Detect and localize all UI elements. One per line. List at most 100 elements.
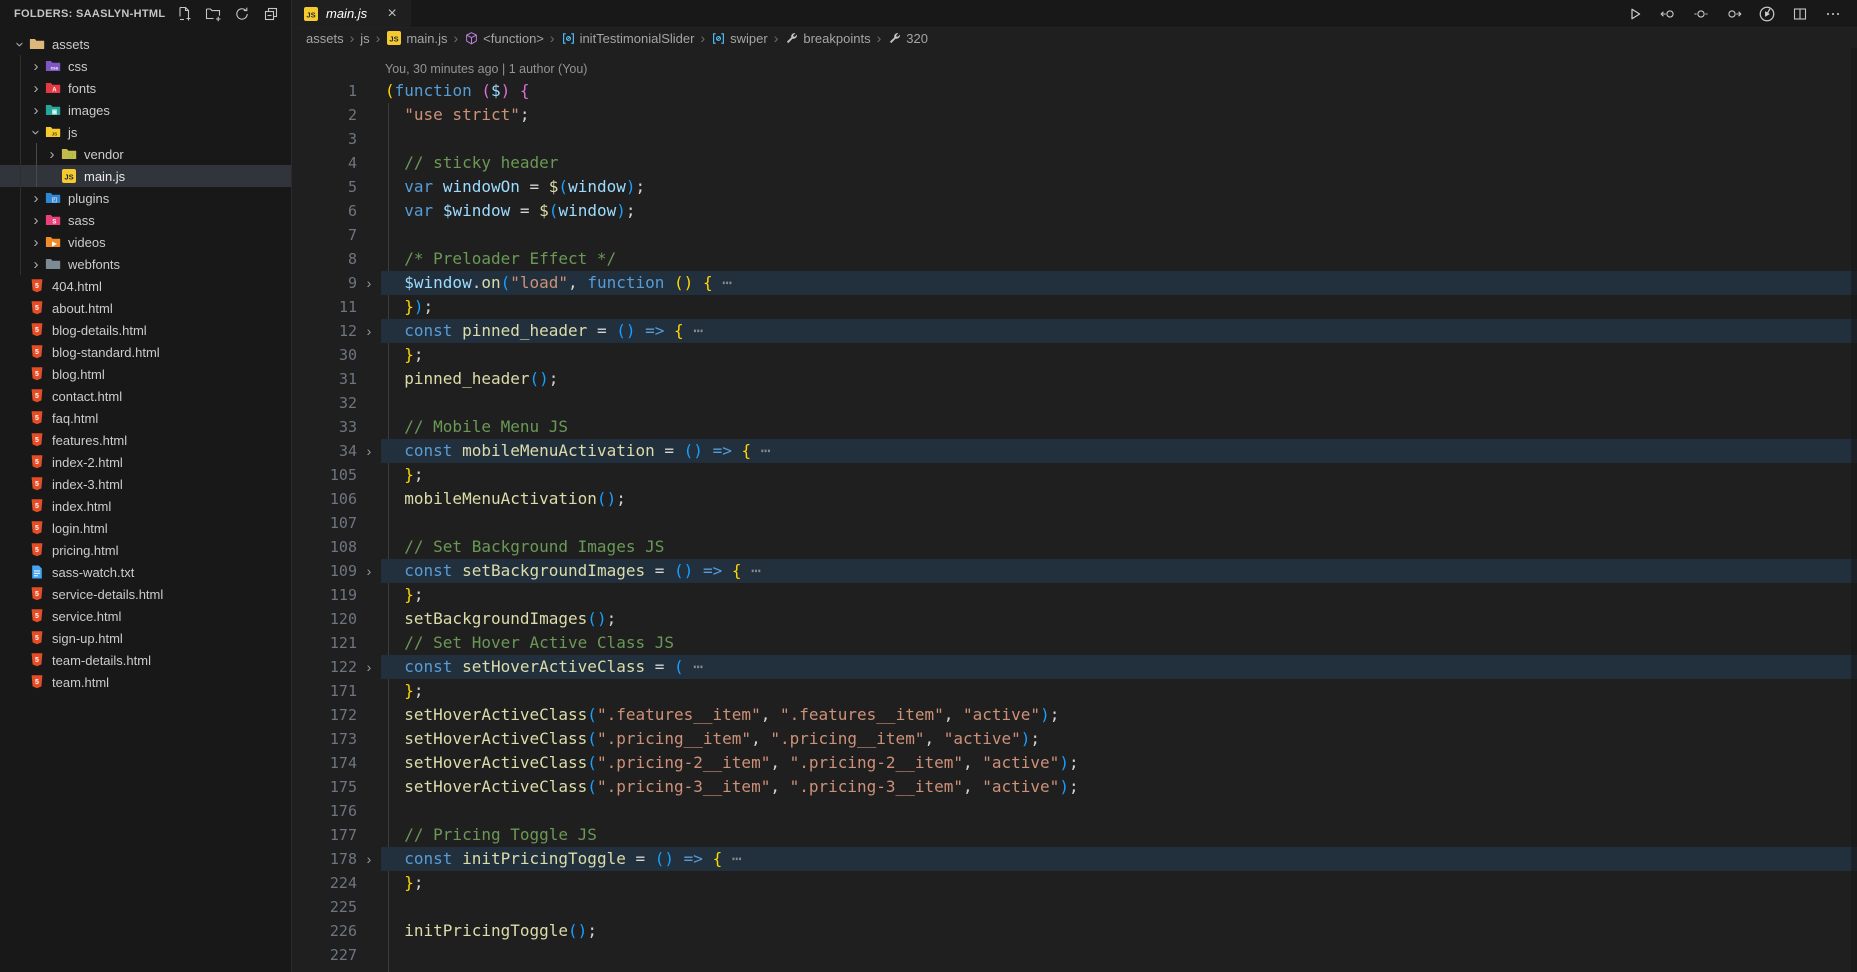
refresh-explorer-button[interactable] bbox=[232, 4, 252, 24]
tree-item-vendor[interactable]: ›❏vendor bbox=[0, 143, 291, 165]
breadcrumb-item--function-[interactable]: <function> bbox=[464, 31, 544, 46]
folded-code-ellipsis[interactable]: ⋯ bbox=[722, 849, 741, 868]
folded-code-ellipsis[interactable]: ⋯ bbox=[684, 657, 703, 676]
chevron-right-icon[interactable]: › bbox=[28, 191, 44, 206]
tree-item-team.html[interactable]: 5team.html bbox=[0, 671, 291, 693]
tree-item-blog-standard.html[interactable]: 5blog-standard.html bbox=[0, 341, 291, 363]
code-line-content[interactable]: mobileMenuActivation(); bbox=[381, 487, 1857, 511]
tree-item-plugins[interactable]: ›◰plugins bbox=[0, 187, 291, 209]
tree-item-sass[interactable]: ›Ssass bbox=[0, 209, 291, 231]
new-folder-button[interactable] bbox=[203, 4, 223, 24]
chevron-down-icon[interactable]: › bbox=[13, 36, 28, 52]
more-actions-button[interactable] bbox=[1823, 4, 1843, 24]
new-file-button[interactable] bbox=[174, 4, 194, 24]
breadcrumb-item-js[interactable]: js bbox=[360, 31, 369, 46]
tree-item-features.html[interactable]: 5features.html bbox=[0, 429, 291, 451]
tree-item-faq.html[interactable]: 5faq.html bbox=[0, 407, 291, 429]
folded-code-ellipsis[interactable]: ⋯ bbox=[751, 441, 770, 460]
code-line-content[interactable]: const setBackgroundImages = () => { ⋯ bbox=[381, 559, 1857, 583]
code-line-content[interactable] bbox=[381, 943, 1857, 967]
tree-item-videos[interactable]: ›▶videos bbox=[0, 231, 291, 253]
code-line-content[interactable] bbox=[381, 511, 1857, 535]
folded-code-ellipsis[interactable]: ⋯ bbox=[713, 273, 732, 292]
chevron-right-icon[interactable]: › bbox=[28, 235, 44, 250]
code-line-content[interactable]: // Set Background Images JS bbox=[381, 535, 1857, 559]
open-changes-button[interactable] bbox=[1691, 4, 1711, 24]
chevron-right-icon[interactable]: › bbox=[28, 81, 44, 96]
previous-change-button[interactable] bbox=[1658, 4, 1678, 24]
chevron-right-icon[interactable]: › bbox=[44, 147, 60, 162]
code-line-content[interactable]: var $window = $(window); bbox=[381, 199, 1857, 223]
code-line-content[interactable]: }; bbox=[381, 871, 1857, 895]
code-line-content[interactable]: var windowOn = $(window); bbox=[381, 175, 1857, 199]
breadcrumb-item-swiper[interactable]: swiper bbox=[711, 31, 768, 46]
tree-item-404.html[interactable]: 5404.html bbox=[0, 275, 291, 297]
code-line-content[interactable]: const mobileMenuActivation = () => { ⋯ bbox=[381, 439, 1857, 463]
tab-main-js[interactable]: JS main.js × bbox=[293, 0, 411, 27]
tree-item-service-details.html[interactable]: 5service-details.html bbox=[0, 583, 291, 605]
code-line-content[interactable]: (function ($) { bbox=[381, 79, 1857, 103]
tree-item-sass-watch.txt[interactable]: sass-watch.txt bbox=[0, 561, 291, 583]
code-line-content[interactable]: // Mobile Menu JS bbox=[381, 415, 1857, 439]
code-line-content[interactable] bbox=[381, 223, 1857, 247]
tree-item-index-3.html[interactable]: 5index-3.html bbox=[0, 473, 291, 495]
tree-item-pricing.html[interactable]: 5pricing.html bbox=[0, 539, 291, 561]
code-line-content[interactable]: }; bbox=[381, 463, 1857, 487]
code-line-content[interactable]: setHoverActiveClass(".pricing-3__item", … bbox=[381, 775, 1857, 799]
tree-item-index-2.html[interactable]: 5index-2.html bbox=[0, 451, 291, 473]
breadcrumb-item-main.js[interactable]: JSmain.js bbox=[386, 30, 447, 46]
tree-item-js[interactable]: ›JSjs bbox=[0, 121, 291, 143]
code-line-content[interactable]: }; bbox=[381, 583, 1857, 607]
breadcrumb-item-320[interactable]: 320 bbox=[887, 31, 928, 46]
code-line-content[interactable]: $window.on("load", function () { ⋯ bbox=[381, 271, 1857, 295]
fold-expand-icon[interactable]: › bbox=[357, 847, 381, 871]
fold-expand-icon[interactable]: › bbox=[357, 559, 381, 583]
code-line-content[interactable]: initPricingToggle(); bbox=[381, 919, 1857, 943]
code-line-content[interactable] bbox=[381, 799, 1857, 823]
code-line-content[interactable]: pinned_header(); bbox=[381, 367, 1857, 391]
code-line-content[interactable]: setHoverActiveClass(".pricing-2__item", … bbox=[381, 751, 1857, 775]
codelens-annotation[interactable]: You, 30 minutes ago | 1 author (You) bbox=[293, 48, 1857, 79]
close-tab-icon[interactable]: × bbox=[383, 5, 401, 23]
split-editor-button[interactable] bbox=[1790, 4, 1810, 24]
run-or-debug-button[interactable] bbox=[1757, 4, 1777, 24]
folded-code-ellipsis[interactable]: ⋯ bbox=[741, 561, 760, 580]
code-line-content[interactable] bbox=[381, 391, 1857, 415]
scrollbar-track[interactable] bbox=[1851, 48, 1857, 972]
code-line-content[interactable] bbox=[381, 127, 1857, 151]
code-line-content[interactable]: setHoverActiveClass(".pricing__item", ".… bbox=[381, 727, 1857, 751]
code-line-content[interactable]: // Testimonial Slider bbox=[381, 967, 1857, 972]
chevron-down-icon[interactable]: › bbox=[29, 124, 44, 140]
code-line-content[interactable] bbox=[381, 895, 1857, 919]
fold-expand-icon[interactable]: › bbox=[357, 439, 381, 463]
fold-expand-icon[interactable]: › bbox=[357, 655, 381, 679]
tree-item-blog-details.html[interactable]: 5blog-details.html bbox=[0, 319, 291, 341]
folded-code-ellipsis[interactable]: ⋯ bbox=[684, 321, 703, 340]
tree-item-contact.html[interactable]: 5contact.html bbox=[0, 385, 291, 407]
tree-item-blog.html[interactable]: 5blog.html bbox=[0, 363, 291, 385]
code-line-content[interactable]: /* Preloader Effect */ bbox=[381, 247, 1857, 271]
code-line-content[interactable]: "use strict"; bbox=[381, 103, 1857, 127]
code-line-content[interactable]: const initPricingToggle = () => { ⋯ bbox=[381, 847, 1857, 871]
tree-item-service.html[interactable]: 5service.html bbox=[0, 605, 291, 627]
breadcrumb-item-inittestimonialslider[interactable]: initTestimonialSlider bbox=[561, 31, 695, 46]
tree-item-images[interactable]: ›▣images bbox=[0, 99, 291, 121]
next-change-button[interactable] bbox=[1724, 4, 1744, 24]
fold-expand-icon[interactable]: › bbox=[357, 319, 381, 343]
tree-item-login.html[interactable]: 5login.html bbox=[0, 517, 291, 539]
code-line-content[interactable]: const pinned_header = () => { ⋯ bbox=[381, 319, 1857, 343]
code-line-content[interactable]: }; bbox=[381, 679, 1857, 703]
run-file-button[interactable] bbox=[1625, 4, 1645, 24]
tree-item-index.html[interactable]: 5index.html bbox=[0, 495, 291, 517]
code-line-content[interactable]: const setHoverActiveClass = ( ⋯ bbox=[381, 655, 1857, 679]
tree-item-webfonts[interactable]: ›webfonts bbox=[0, 253, 291, 275]
code-line-content[interactable]: // sticky header bbox=[381, 151, 1857, 175]
chevron-right-icon[interactable]: › bbox=[28, 257, 44, 272]
tree-item-team-details.html[interactable]: 5team-details.html bbox=[0, 649, 291, 671]
tree-item-assets[interactable]: ›assets bbox=[0, 33, 291, 55]
code-line-content[interactable]: }; bbox=[381, 343, 1857, 367]
code-line-content[interactable]: // Set Hover Active Class JS bbox=[381, 631, 1857, 655]
tree-item-css[interactable]: ›csscss bbox=[0, 55, 291, 77]
code-line-content[interactable]: setHoverActiveClass(".features__item", "… bbox=[381, 703, 1857, 727]
chevron-right-icon[interactable]: › bbox=[28, 59, 44, 74]
